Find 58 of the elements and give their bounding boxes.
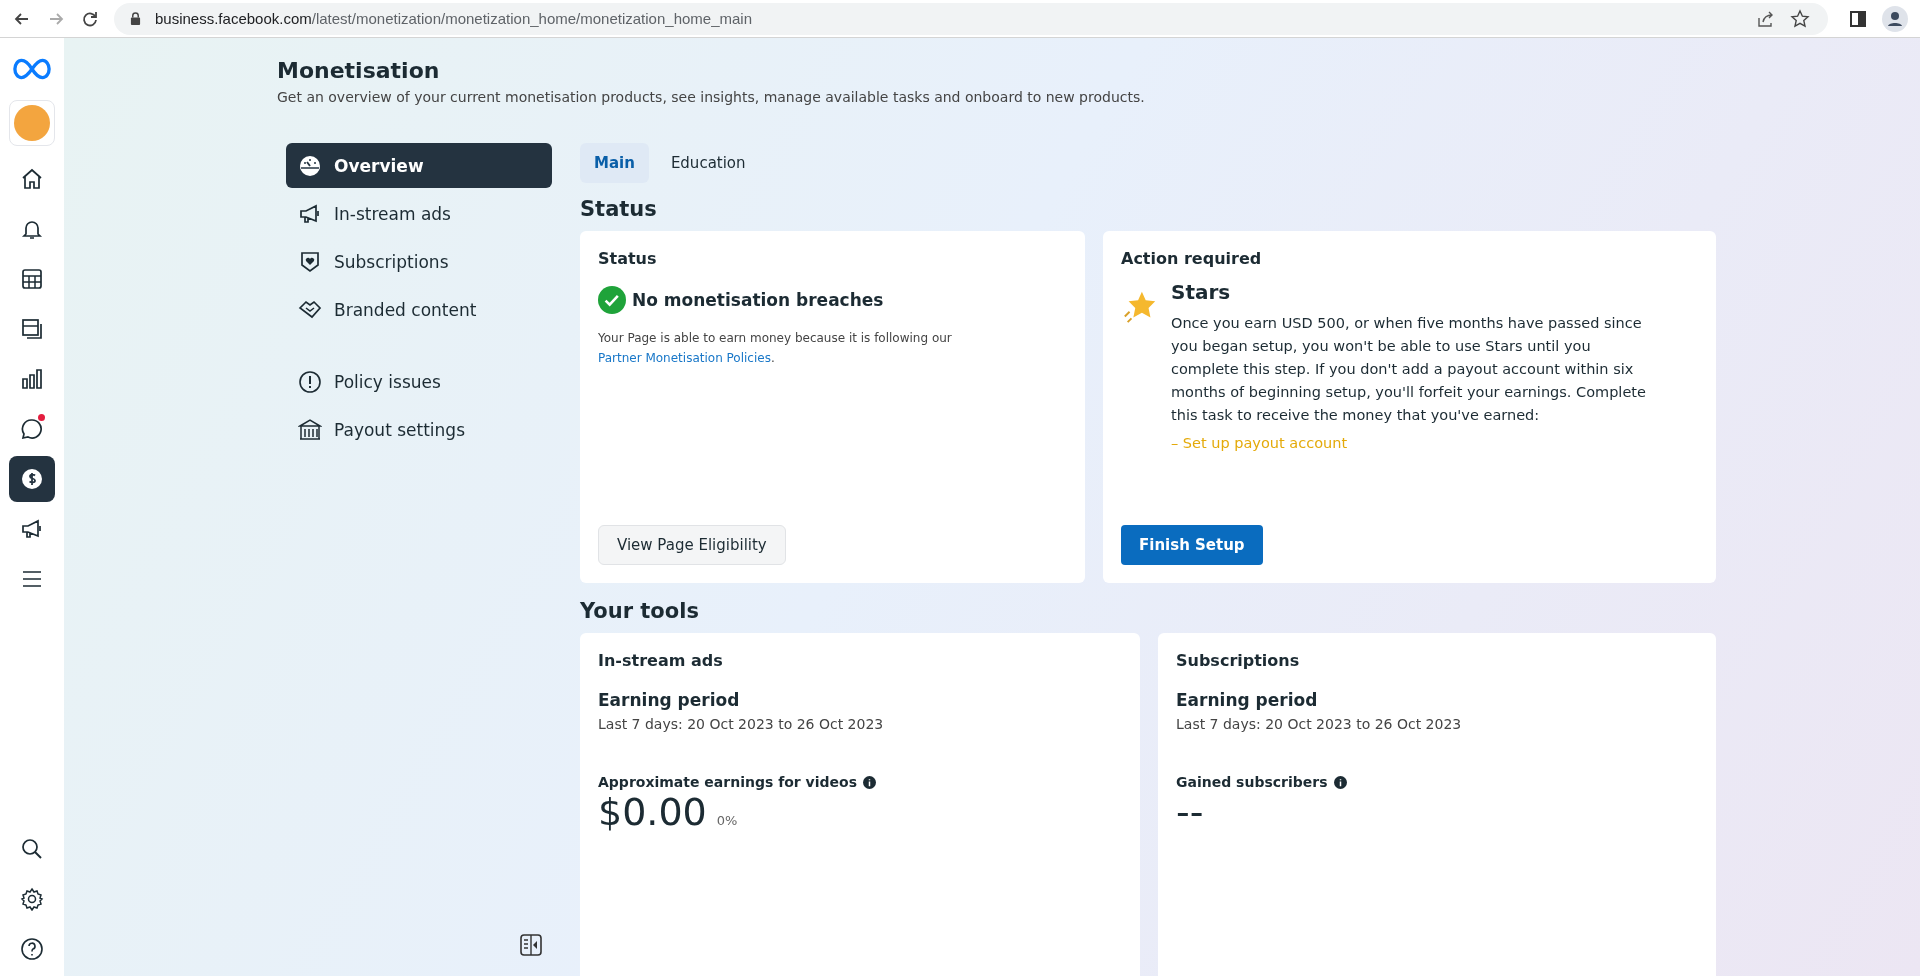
collapse-panel-icon[interactable] — [520, 934, 542, 956]
settings-icon[interactable] — [20, 887, 44, 911]
section-heading: Your tools — [580, 599, 700, 623]
earning-period-label: Earning period — [1176, 690, 1319, 710]
info-icon[interactable] — [863, 775, 876, 789]
page-title: Monetisation — [277, 58, 441, 83]
lock-icon — [130, 12, 141, 25]
gauge-icon — [298, 153, 322, 178]
status-result: No monetisation breaches — [632, 290, 884, 310]
card-title: Status — [598, 249, 658, 268]
exclamation-circle-icon — [298, 369, 322, 394]
side-panel-icon[interactable] — [1848, 8, 1868, 29]
card-title: Action required — [1121, 249, 1263, 268]
metric-change: 0% — [716, 813, 738, 828]
profile-icon[interactable] — [1882, 5, 1908, 32]
nav-item[interactable]: Overview — [286, 143, 552, 188]
nav-item[interactable]: Subscriptions — [286, 239, 552, 284]
star-icon[interactable] — [1790, 8, 1810, 29]
status-description: Your Page is able to earn money because it is following our Partner Monetisation Policies. — [598, 330, 953, 367]
info-icon[interactable] — [1333, 775, 1347, 789]
bar-chart-icon — [20, 367, 44, 391]
bank-icon — [298, 417, 322, 442]
url-text: business.facebook.com/latest/monetization/monetization_home/monetization_home_main — [155, 10, 753, 27]
task-title: Stars — [1171, 280, 1232, 304]
shield-heart-icon — [298, 249, 322, 274]
metric-label: Approximate earnings for videos — [598, 774, 857, 790]
rail-item[interactable] — [9, 456, 55, 502]
tab[interactable]: Main — [580, 143, 649, 183]
chat-bubble-icon — [20, 417, 44, 441]
finish-setup-button[interactable]: Finish Setup — [1121, 525, 1263, 565]
metric-value: $0.00 — [598, 790, 707, 834]
nav-item[interactable]: In-stream ads — [286, 191, 552, 236]
megaphone-icon — [20, 517, 44, 541]
infinity-logo-icon[interactable] — [13, 58, 51, 80]
earning-period-dates: Last 7 days: 20 Oct 2023 to 26 Oct 2023 — [598, 716, 885, 732]
task-description: Once you earn USD 500, or when five months have passed since you began setup, you won't be able to use Stars until you complete this step. If you don't add a payout account within six months of beginning setup, you'll forfeit your earnings. Complete this task to receive the money that you've earned: — [1171, 314, 1647, 425]
card-title: Subscriptions — [1176, 651, 1301, 670]
help-icon[interactable] — [20, 937, 44, 961]
metric-value: -- — [1176, 790, 1204, 834]
section-heading: Status — [580, 197, 658, 221]
address-bar[interactable]: business.facebook.com/latest/monetization/monetization_home/monetization_home_main — [114, 2, 1828, 35]
card-title: In-stream ads — [598, 651, 724, 670]
table-icon — [20, 267, 44, 291]
policies-link[interactable]: Partner Monetisation Policies — [598, 351, 771, 365]
nav-item[interactable]: Payout settings — [286, 407, 552, 452]
view-eligibility-button[interactable]: View Page Eligibility — [598, 525, 786, 565]
metric-label: Gained subscribers — [1176, 774, 1328, 790]
check-circle-icon — [598, 286, 626, 314]
pages-icon — [20, 317, 44, 341]
nav-item[interactable]: Branded content — [286, 287, 552, 332]
tab[interactable]: Education — [656, 143, 760, 183]
dollar-icon — [20, 467, 44, 491]
earning-period-dates: Last 7 days: 20 Oct 2023 to 26 Oct 2023 — [1176, 716, 1463, 732]
search-icon[interactable] — [20, 837, 44, 861]
page-subtitle: Get an overview of your current monetisation products, see insights, manage available tasks and onboard to new products. — [277, 89, 1146, 105]
home-icon — [20, 167, 44, 191]
nav-item[interactable]: Policy issues — [286, 359, 552, 404]
earning-period-label: Earning period — [598, 690, 741, 710]
